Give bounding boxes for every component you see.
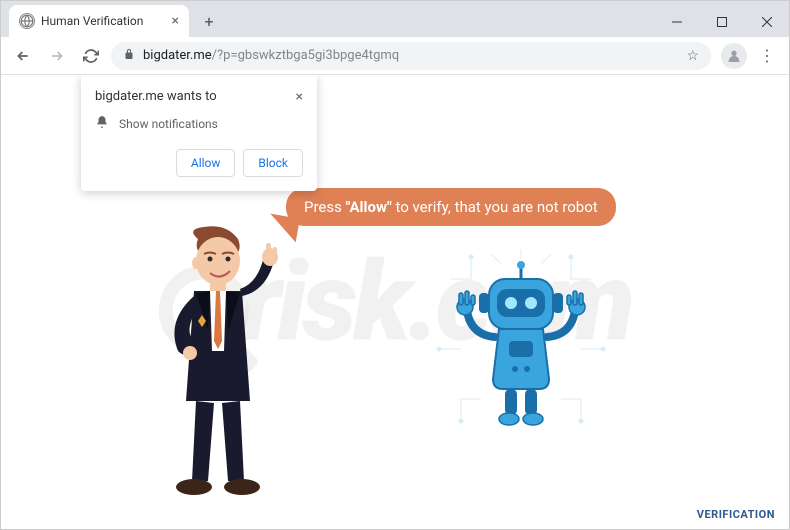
- minimize-button[interactable]: [654, 7, 699, 37]
- notification-body: Show notifications: [119, 117, 218, 131]
- allow-button[interactable]: Allow: [176, 149, 236, 177]
- speech-bubble: Press "Allow" to verify, that you are no…: [286, 188, 616, 226]
- address-bar[interactable]: bigdater.me/?p=gbswkztbga5gi3bpge4tgmq ☆: [111, 42, 711, 70]
- forward-button[interactable]: [43, 42, 71, 70]
- block-button[interactable]: Block: [243, 149, 303, 177]
- speech-suffix: to verify, that you are not robot: [392, 198, 598, 216]
- back-button[interactable]: [9, 42, 37, 70]
- robot-illustration: [431, 249, 611, 449]
- profile-button[interactable]: [721, 43, 747, 69]
- browser-tab[interactable]: Human Verification ×: [9, 5, 189, 37]
- bookmark-star-icon[interactable]: ☆: [686, 48, 699, 64]
- reload-button[interactable]: [77, 42, 105, 70]
- url-path: /?p=gbswkztbga5gi3bpge4tgmq: [212, 48, 400, 63]
- bell-icon: [95, 115, 109, 133]
- notification-title: bigdater.me wants to: [95, 89, 217, 104]
- speech-bold: "Allow": [346, 198, 392, 216]
- page-content: risk.com bigdater.me wants to × Show not…: [1, 75, 789, 529]
- window-controls: [654, 7, 789, 37]
- window-titlebar: [654, 7, 789, 37]
- speech-prefix: Press: [304, 198, 346, 216]
- new-tab-button[interactable]: +: [195, 7, 223, 35]
- url-domain: bigdater.me: [143, 48, 212, 63]
- notification-permission-popup: bigdater.me wants to × Show notification…: [81, 75, 317, 191]
- tab-bar: Human Verification × +: [1, 1, 789, 37]
- browser-toolbar: bigdater.me/?p=gbswkztbga5gi3bpge4tgmq ☆…: [1, 37, 789, 75]
- url-text: bigdater.me/?p=gbswkztbga5gi3bpge4tgmq: [143, 48, 678, 63]
- lock-icon: [123, 48, 135, 63]
- browser-window: Human Verification × +: [0, 0, 790, 530]
- tab-title: Human Verification: [41, 14, 166, 28]
- close-icon[interactable]: ×: [296, 89, 303, 105]
- businessman-illustration: [146, 221, 286, 501]
- footer-verification-label: VERIFICATION: [697, 508, 775, 521]
- close-tab-icon[interactable]: ×: [172, 13, 179, 29]
- menu-button[interactable]: ⋮: [753, 42, 781, 70]
- maximize-button[interactable]: [699, 7, 744, 37]
- globe-icon: [19, 13, 35, 29]
- close-window-button[interactable]: [744, 7, 789, 37]
